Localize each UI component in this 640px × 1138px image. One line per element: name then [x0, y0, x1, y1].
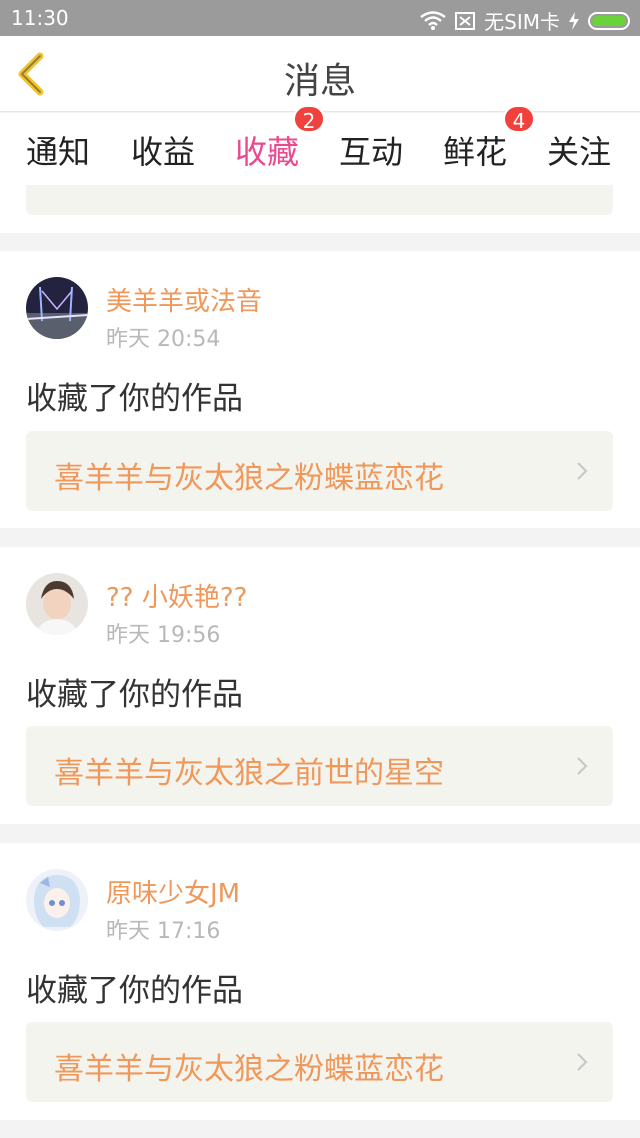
tab-favorites[interactable]: 收藏 2 [235, 105, 325, 193]
tab-label: 互动 [339, 133, 404, 171]
tab-label: 通知 [26, 133, 91, 171]
tab-flowers[interactable]: 鲜花 4 [443, 105, 535, 173]
tab-label: 收藏 [235, 133, 300, 171]
action-text: 收藏了你的作品 [26, 677, 243, 713]
work-title: 喜羊羊与灰太狼之粉蝶蓝恋花 [54, 461, 444, 496]
avatar[interactable] [26, 573, 88, 635]
status-time: 11:30 [11, 6, 69, 30]
message-card: 原味少女JM 昨天 17:16 收藏了你的作品 喜羊羊与灰太狼之粉蝶蓝恋花 [0, 843, 640, 1120]
avatar[interactable] [26, 869, 88, 931]
status-bar: 11:30 无SIM卡 [0, 0, 640, 36]
tab-notifications[interactable]: 通知 [26, 127, 90, 173]
tab-following[interactable]: 关注 [547, 127, 611, 173]
work-link[interactable]: 喜羊羊与灰太狼之粉蝶蓝恋花 [26, 431, 613, 511]
tab-interactions[interactable]: 互动 [339, 127, 403, 173]
chevron-right-icon [577, 462, 588, 480]
tab-label: 鲜花 [443, 133, 508, 171]
chevron-right-icon [577, 1053, 588, 1071]
no-sim-icon [455, 11, 476, 30]
timestamp: 昨天 19:56 [106, 623, 221, 648]
tab-label: 收益 [131, 133, 196, 171]
work-link[interactable]: 喜羊羊与灰太狼之粉蝶蓝恋花 [26, 1022, 613, 1102]
username[interactable]: 原味少女JM [106, 873, 240, 910]
tab-earnings[interactable]: 收益 [131, 127, 195, 173]
work-title: 喜羊羊与灰太狼之前世的星空 [54, 756, 444, 791]
action-text: 收藏了你的作品 [26, 381, 243, 417]
action-text: 收藏了你的作品 [26, 973, 243, 1009]
tab-label: 关注 [547, 133, 612, 171]
username[interactable]: 美羊羊或法音 [106, 281, 262, 318]
page-title: 消息 [283, 61, 356, 102]
timestamp: 昨天 17:16 [106, 919, 221, 944]
work-title: 喜羊羊与灰太狼之粉蝶蓝恋花 [54, 1052, 444, 1087]
work-link[interactable]: 喜羊羊与灰太狼之前世的星空 [26, 726, 613, 806]
top-nav-bar: 消息 [0, 36, 640, 112]
battery-icon [588, 11, 630, 30]
username[interactable]: ?? 小妖艳?? [106, 577, 247, 614]
wifi-icon [420, 10, 446, 30]
unread-badge: 4 [503, 105, 535, 133]
work-link-partial[interactable] [26, 185, 613, 215]
carrier-label: 无SIM卡 [484, 10, 560, 34]
message-card: ?? 小妖艳?? 昨天 19:56 收藏了你的作品 喜羊羊与灰太狼之前世的星空 [0, 547, 640, 824]
unread-badge: 2 [293, 105, 325, 133]
message-card: 美羊羊或法音 昨天 20:54 收藏了你的作品 喜羊羊与灰太狼之粉蝶蓝恋花 [0, 251, 640, 528]
message-card-partial [0, 185, 640, 233]
chevron-right-icon [577, 757, 588, 775]
charging-icon [569, 11, 579, 30]
avatar[interactable] [26, 277, 88, 339]
timestamp: 昨天 20:54 [106, 327, 221, 352]
tab-bar: 通知 收益 收藏 2 互动 鲜花 4 关注 [0, 105, 640, 193]
